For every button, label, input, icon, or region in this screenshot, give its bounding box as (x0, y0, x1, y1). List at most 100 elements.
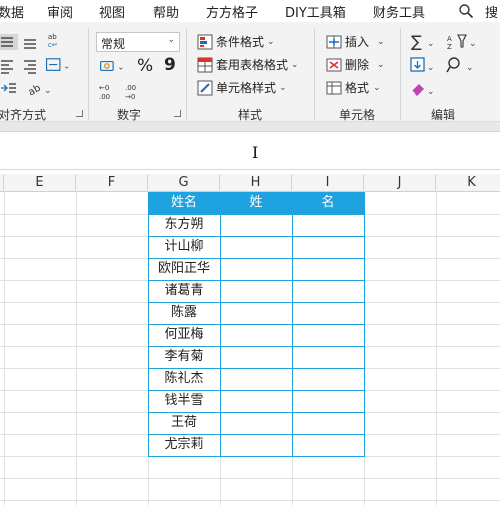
chevron-down-icon: ⌄ (377, 36, 385, 47)
column-header-i[interactable]: I (292, 174, 364, 192)
accounting-format-icon[interactable]: ⌄ (98, 58, 130, 74)
align-left-icon[interactable] (0, 58, 18, 74)
clear-eraser-icon[interactable]: ⌄ (410, 80, 438, 98)
grid-column-line (76, 192, 77, 505)
chevron-down-icon: ⌄ (167, 35, 175, 45)
grid-column-line (4, 192, 5, 505)
tab-review[interactable]: 审阅 (47, 2, 73, 21)
chevron-down-icon: ⌄ (373, 82, 381, 93)
name-cell[interactable]: 尤宗莉 (148, 434, 220, 456)
formula-bar[interactable] (0, 132, 500, 170)
name-cell[interactable]: 计山柳 (148, 236, 220, 258)
table-border-horizontal (148, 346, 365, 347)
editing-group-label: 编辑 (431, 108, 456, 122)
search-label[interactable]: 搜 (485, 2, 498, 21)
indent-icon[interactable] (0, 80, 18, 96)
insert-button[interactable]: 插入 ⌄ (326, 33, 385, 50)
name-cell[interactable]: 陈礼杰 (148, 368, 220, 390)
ribbon-divider (0, 122, 500, 132)
cell-styles-label: 单元格样式 (216, 81, 277, 95)
autosum-icon[interactable]: ∑ ⌄ (410, 32, 438, 50)
delete-button[interactable]: 删除 ⌄ (326, 56, 385, 73)
search-icon[interactable] (458, 3, 474, 19)
grid-row-line (0, 478, 500, 479)
number-launcher-icon[interactable] (174, 110, 181, 117)
svg-text:⌄: ⌄ (427, 39, 435, 49)
grid-column-line (436, 192, 437, 505)
header-cell-given-name[interactable]: 名 (292, 192, 364, 214)
worksheet-grid[interactable]: 姓名 姓 名 东方朔 计山柳 欧阳正华 诸葛青 陈露 何亚梅 李有菊 陈礼杰 钱… (0, 192, 500, 505)
column-header-k[interactable]: K (436, 174, 500, 192)
find-select-icon[interactable]: ⌄ (446, 56, 480, 74)
insert-cells-icon (326, 35, 342, 48)
table-border-horizontal (148, 324, 365, 325)
align-middle-icon[interactable] (0, 34, 18, 50)
sort-filter-icon[interactable]: A Z ⌄ (446, 32, 480, 50)
tab-diy-toolbox[interactable]: DIY工具箱 (285, 2, 346, 21)
group-separator (186, 28, 187, 120)
increase-decimal-icon[interactable]: ←0 .00 (98, 82, 120, 100)
format-button[interactable]: 格式 ⌄ (326, 79, 381, 96)
cells-group-label: 单元格 (339, 108, 376, 122)
align-bottom-icon[interactable] (22, 34, 40, 50)
column-header-h[interactable]: H (220, 174, 292, 192)
name-cell[interactable]: 何亚梅 (148, 324, 220, 346)
table-border-horizontal (148, 456, 365, 457)
conditional-formatting-icon (197, 34, 213, 49)
name-cell[interactable]: 陈露 (148, 302, 220, 324)
svg-text:c↵: c↵ (48, 40, 58, 48)
name-cell[interactable]: 李有菊 (148, 346, 220, 368)
group-separator (400, 28, 401, 120)
tab-fangfang[interactable]: 方方格子 (206, 2, 258, 21)
decrease-decimal-icon[interactable]: .00 →0 (124, 82, 146, 100)
comma-style-button[interactable]: 9 (164, 55, 176, 75)
header-cell-full-name[interactable]: 姓名 (148, 192, 220, 214)
cell-styles-button[interactable]: 单元格样式 ⌄ (197, 79, 287, 96)
percent-button[interactable]: % (137, 56, 153, 76)
column-header-g[interactable]: G (148, 174, 220, 192)
wrap-text-icon[interactable]: ab c↵ (46, 32, 64, 48)
name-cell[interactable]: 诸葛青 (148, 280, 220, 302)
table-border-horizontal (148, 258, 365, 259)
svg-text:.00: .00 (125, 84, 136, 92)
insert-label: 插入 (345, 35, 370, 49)
svg-text:A: A (447, 35, 452, 43)
svg-text:ab: ab (26, 83, 42, 96)
tab-view[interactable]: 视图 (99, 2, 125, 21)
tab-help[interactable]: 帮助 (153, 2, 179, 21)
column-header-e[interactable]: E (4, 174, 76, 192)
format-cells-icon (326, 81, 342, 94)
table-format-icon (197, 57, 213, 72)
svg-text:⌄: ⌄ (427, 63, 435, 73)
column-header-f[interactable]: F (76, 174, 148, 192)
svg-text:.00: .00 (99, 93, 110, 100)
tab-data[interactable]: 数据 (0, 2, 24, 21)
svg-text:←0: ←0 (99, 84, 109, 92)
name-cell[interactable]: 欧阳正华 (148, 258, 220, 280)
merge-center-icon[interactable]: ⌄ (44, 57, 74, 73)
table-border-horizontal (148, 368, 365, 369)
fill-icon[interactable]: ⌄ (410, 56, 438, 74)
name-cell[interactable]: 王荷 (148, 412, 220, 434)
align-right-icon[interactable] (22, 58, 40, 74)
name-cell[interactable]: 钱半雪 (148, 390, 220, 412)
conditional-formatting-button[interactable]: 条件格式 ⌄ (197, 33, 275, 50)
format-as-table-button[interactable]: 套用表格格式 ⌄ (197, 56, 299, 73)
format-label: 格式 (345, 81, 370, 95)
menu-bar: 数据 审阅 视图 帮助 方方格子 DIY工具箱 财务工具 搜 (0, 0, 500, 22)
alignment-launcher-icon[interactable] (76, 110, 83, 117)
table-border-horizontal (148, 390, 365, 391)
svg-text:∑: ∑ (411, 32, 422, 50)
number-format-select[interactable]: 常规 ⌄ (96, 32, 180, 52)
table-border-horizontal (148, 412, 365, 413)
header-cell-surname[interactable]: 姓 (220, 192, 292, 214)
text-cursor-icon: I (252, 143, 259, 162)
alignment-group-label: 对齐方式 (0, 108, 47, 122)
column-header-j[interactable]: J (364, 174, 436, 192)
table-border-horizontal (148, 434, 365, 435)
styles-group-label: 样式 (238, 108, 263, 122)
table-border-horizontal (148, 302, 365, 303)
tab-finance-tools[interactable]: 财务工具 (373, 2, 425, 21)
name-cell[interactable]: 东方朔 (148, 214, 220, 236)
orientation-icon[interactable]: ab ⌄ (26, 80, 54, 96)
